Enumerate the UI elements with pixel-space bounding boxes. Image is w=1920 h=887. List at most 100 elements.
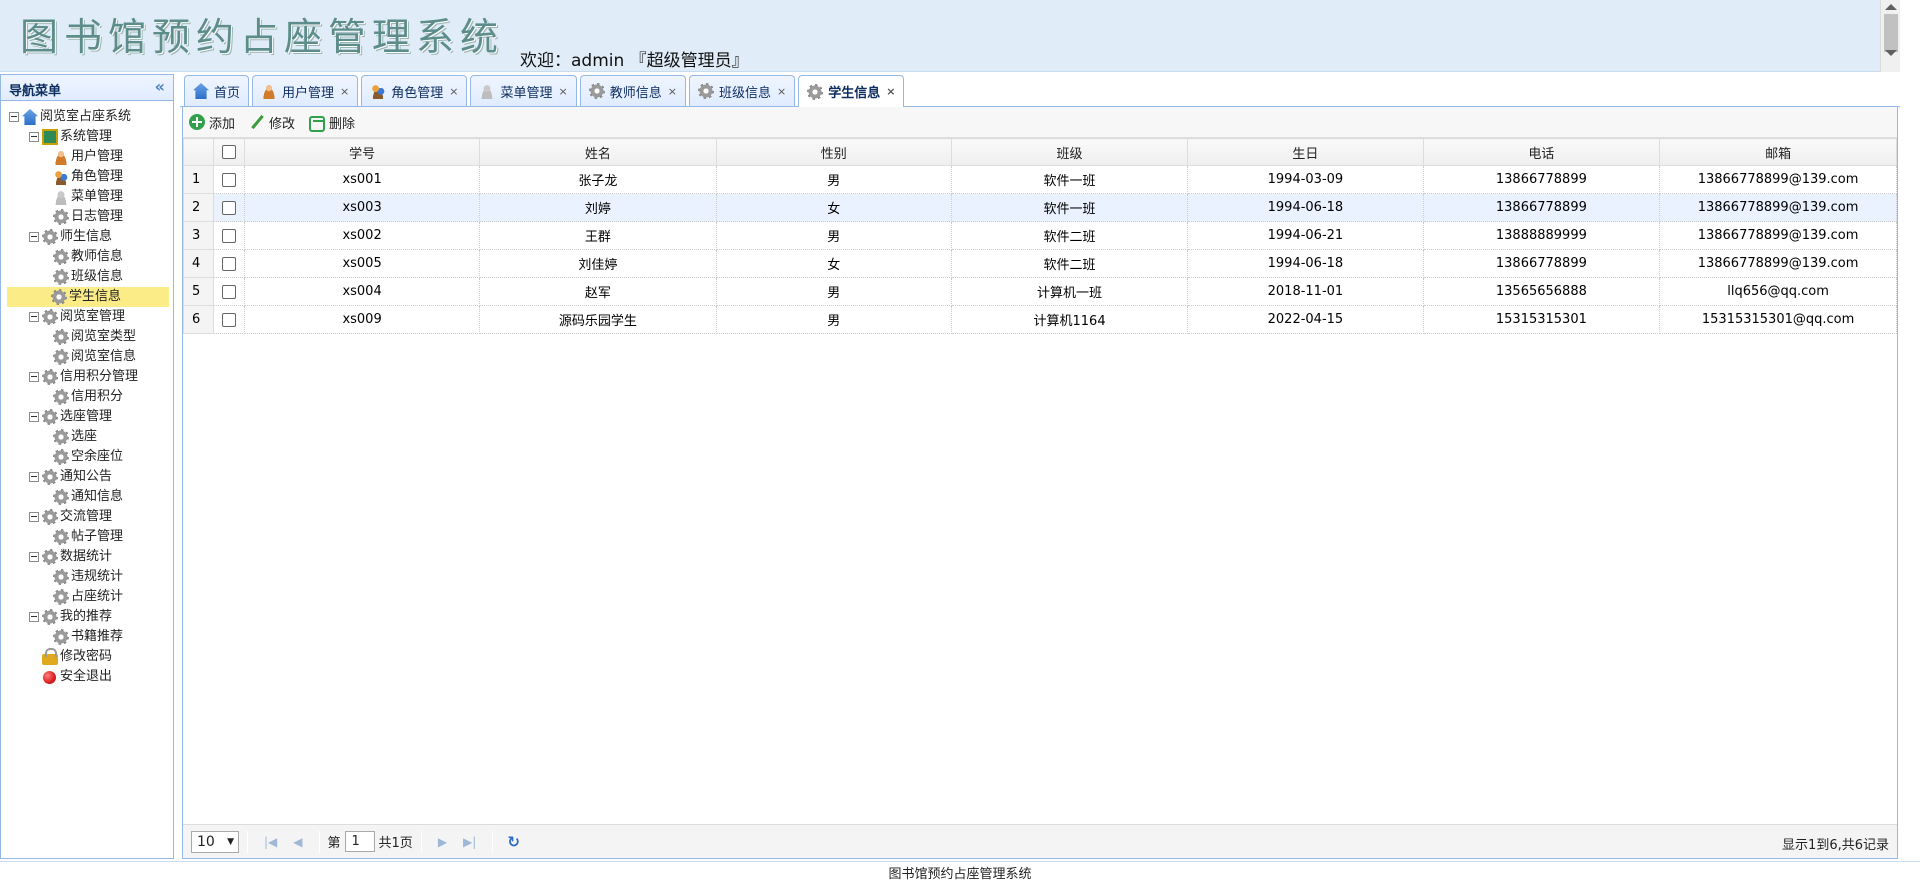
collapse-toggle-icon[interactable] (29, 512, 39, 522)
tree-node[interactable]: 选座 (9, 427, 173, 447)
row-checkbox[interactable] (221, 228, 236, 243)
table-row[interactable]: 2 xs003 刘婷女软件一班 1994-06-18 13866778899 138667… (183, 193, 1897, 222)
tree-node[interactable]: 交流管理 (9, 507, 173, 527)
prev-page-icon[interactable]: ◀ (293, 835, 302, 849)
tab-label: 角色管理 (391, 85, 444, 101)
first-page-icon[interactable]: |◀ (264, 835, 277, 849)
last-page-icon[interactable]: ▶| (463, 835, 476, 849)
tab-close-icon[interactable]: × (668, 85, 677, 98)
tree-node[interactable]: 通知信息 (9, 487, 173, 507)
column-header[interactable]: 电话 (1422, 138, 1661, 166)
tree-node-label: 通知信息 (71, 489, 124, 504)
collapse-toggle-icon[interactable] (29, 552, 39, 562)
tab-4[interactable]: 教师信息 × (579, 75, 686, 106)
remove-icon (309, 115, 326, 132)
tab-close-icon[interactable]: × (886, 85, 895, 98)
tree-node[interactable]: 数据统计 (9, 547, 173, 567)
tree-node[interactable]: 系统管理 (9, 127, 173, 147)
table-row[interactable]: 3 xs002 王群男软件二班 1994-06-21 13888889999 138667… (183, 221, 1897, 250)
add-button[interactable]: 添加 (189, 113, 235, 132)
tab-close-icon[interactable]: × (559, 85, 568, 98)
collapse-toggle-icon[interactable] (9, 112, 19, 122)
collapse-toggle-icon[interactable] (29, 412, 39, 422)
tree-node[interactable]: 违规统计 (9, 567, 173, 587)
tree-node[interactable]: 空余座位 (9, 447, 173, 467)
tab-2[interactable]: 角色管理 × (361, 75, 468, 106)
tree-node[interactable]: 信用积分 (9, 387, 173, 407)
gear-icon (42, 229, 58, 245)
collapse-toggle-icon[interactable] (29, 372, 39, 382)
tree-node[interactable]: 修改密码 (9, 647, 173, 667)
tree-node[interactable]: 信用积分管理 (9, 367, 173, 387)
tree-node[interactable]: 师生信息 (9, 227, 173, 247)
tree-node[interactable]: 阅览室占座系统 (9, 107, 173, 127)
table-cell: 2022-04-15 (1187, 305, 1424, 334)
tab-close-icon[interactable]: × (449, 85, 458, 98)
delete-button[interactable]: 删除 (309, 113, 355, 132)
tree-node[interactable]: 阅览室管理 (9, 307, 173, 327)
table-row[interactable]: 6 xs009 源码乐园学生男计算机1164 2022-04-15 1531531530… (183, 305, 1897, 334)
column-header[interactable]: 性别 (715, 138, 952, 166)
tree-node[interactable]: 我的推荐 (9, 607, 173, 627)
collapse-toggle-icon[interactable] (29, 612, 39, 622)
row-checkbox[interactable] (221, 256, 236, 271)
scroll-thumb[interactable] (1884, 14, 1898, 52)
table-cell: 13888889999 (1422, 221, 1661, 250)
tree-node[interactable]: 日志管理 (9, 207, 173, 227)
table-row[interactable]: 5 xs004 赵军男计算机一班 2018-11-01 13565656888 llq65… (183, 277, 1897, 306)
tree-node[interactable]: 占座统计 (9, 587, 173, 607)
tab-0[interactable]: 首页 (184, 75, 250, 106)
select-all-checkbox[interactable] (221, 145, 236, 159)
tab-close-icon[interactable]: × (340, 85, 349, 98)
tab-6[interactable]: 学生信息 × (798, 75, 905, 107)
tab-5[interactable]: 班级信息 × (688, 75, 796, 106)
table-row[interactable]: 1 xs001 张子龙男软件一班 1994-03-09 13866778899 13866… (183, 165, 1897, 194)
tree-node[interactable]: 阅览室信息 (9, 347, 173, 367)
tree-node[interactable]: 学生信息 (7, 287, 169, 307)
tree-node-label: 教师信息 (71, 249, 124, 264)
row-checkbox[interactable] (221, 312, 236, 327)
column-header[interactable]: 邮箱 (1659, 138, 1897, 166)
table-row[interactable]: 4 xs005 刘佳婷女软件二班 1994-06-18 13866778899 13866… (183, 249, 1897, 278)
tree-node[interactable]: 书籍推荐 (9, 627, 173, 647)
row-checkbox[interactable] (221, 284, 236, 299)
tree-node[interactable]: 帖子管理 (9, 527, 173, 547)
collapse-toggle-icon[interactable] (29, 472, 39, 482)
next-page-icon[interactable]: ▶ (438, 835, 447, 849)
collapse-sidebar-icon[interactable]: « (155, 77, 165, 96)
column-header[interactable]: 班级 (950, 138, 1189, 166)
page-number-input[interactable]: 1 (344, 831, 375, 852)
tree-node[interactable]: 安全退出 (9, 667, 173, 687)
tab-bar: 首页 用户管理 × 角色管理 × 菜单管理 × 教师信息 × 班级信息 × 学生信息 × (180, 72, 1900, 107)
table-cell: 软件一班 (950, 165, 1189, 194)
column-header[interactable]: 生日 (1187, 138, 1424, 166)
tab-3[interactable]: 菜单管理 × (470, 75, 577, 106)
scroll-up-icon[interactable] (1885, 4, 1897, 10)
tree-node[interactable]: 班级信息 (9, 267, 173, 287)
table-cell: 张子龙 (479, 165, 717, 194)
tree-node[interactable]: 教师信息 (9, 247, 173, 267)
gear-icon (53, 589, 69, 605)
tab-1[interactable]: 用户管理 × (252, 75, 359, 106)
table-cell: 软件二班 (950, 249, 1189, 278)
collapse-toggle-icon[interactable] (29, 132, 39, 142)
edit-button[interactable]: 修改 (249, 113, 295, 132)
refresh-icon[interactable]: ↻ (507, 833, 520, 851)
column-header[interactable]: 姓名 (479, 138, 717, 166)
page-size-select[interactable]: 10 ▼ (191, 830, 239, 853)
scroll-down-icon[interactable] (1885, 50, 1897, 56)
row-checkbox[interactable] (221, 172, 236, 187)
row-checkbox[interactable] (221, 200, 236, 215)
page-scrollbar[interactable] (1880, 0, 1900, 72)
collapse-toggle-icon[interactable] (29, 232, 39, 242)
table-cell: 1994-06-18 (1187, 249, 1424, 278)
tree-node[interactable]: 角色管理 (9, 167, 173, 187)
tree-node[interactable]: 用户管理 (9, 147, 173, 167)
collapse-toggle-icon[interactable] (29, 312, 39, 322)
tab-close-icon[interactable]: × (777, 85, 786, 98)
tree-node[interactable]: 阅览室类型 (9, 327, 173, 347)
tree-node[interactable]: 菜单管理 (9, 187, 173, 207)
tree-node[interactable]: 选座管理 (9, 407, 173, 427)
tree-node[interactable]: 通知公告 (9, 467, 173, 487)
column-header[interactable]: 学号 (243, 138, 481, 166)
